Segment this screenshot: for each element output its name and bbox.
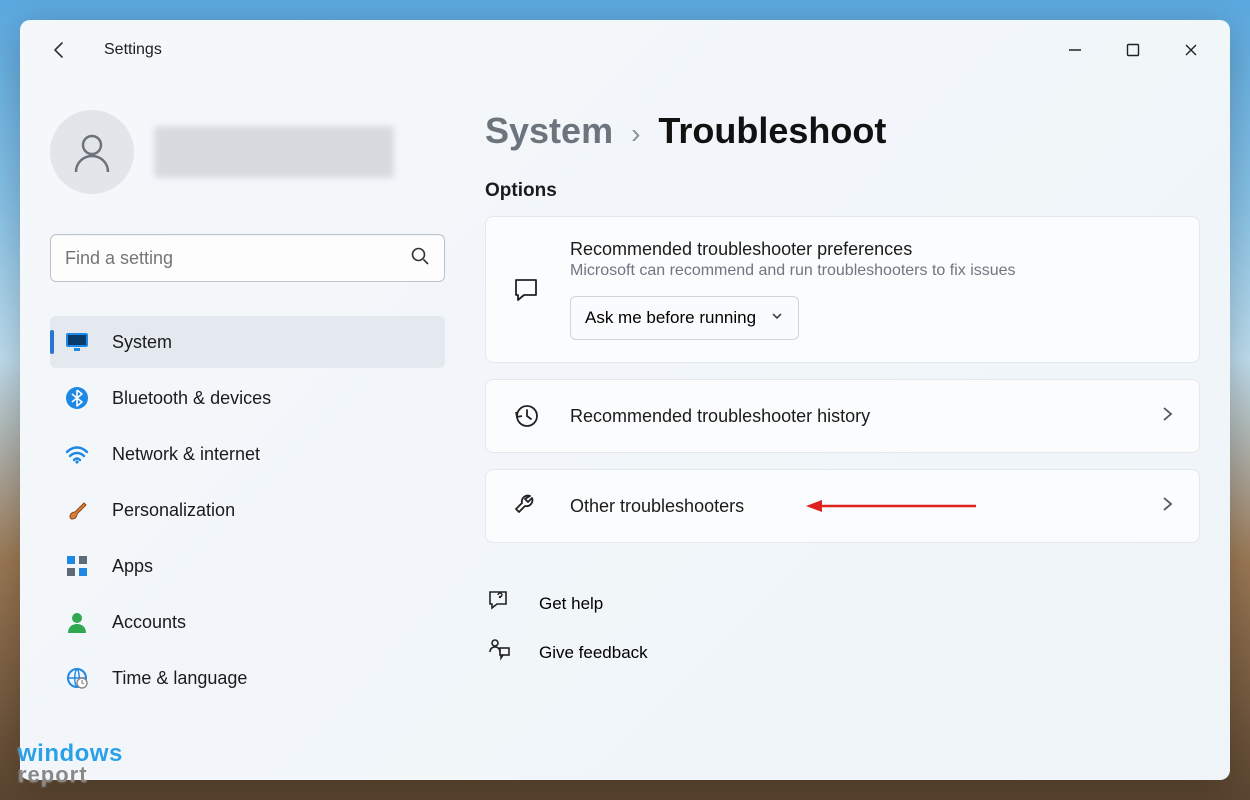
wrench-icon bbox=[510, 492, 542, 520]
card-preferences: Recommended troubleshooter preferences M… bbox=[485, 216, 1200, 363]
search-box[interactable] bbox=[50, 234, 445, 282]
nav-accounts[interactable]: Accounts bbox=[50, 596, 445, 648]
globe-clock-icon bbox=[64, 665, 90, 691]
card-title: Recommended troubleshooter preferences bbox=[570, 239, 1175, 260]
card-title: Other troubleshooters bbox=[570, 496, 1159, 517]
profile-name-redacted bbox=[154, 126, 394, 178]
nav-label: Bluetooth & devices bbox=[112, 388, 271, 409]
nav-personalization[interactable]: Personalization bbox=[50, 484, 445, 536]
display-icon bbox=[64, 329, 90, 355]
back-button[interactable] bbox=[44, 34, 76, 66]
maximize-button[interactable] bbox=[1104, 30, 1162, 70]
chevron-right-icon: › bbox=[631, 118, 640, 150]
chevron-down-icon bbox=[770, 308, 784, 328]
avatar bbox=[50, 110, 134, 194]
card-other-troubleshooters[interactable]: Other troubleshooters bbox=[485, 469, 1200, 543]
card-title: Recommended troubleshooter history bbox=[570, 406, 1159, 427]
give-feedback-link[interactable]: Give feedback bbox=[485, 628, 1200, 677]
nav-system[interactable]: System bbox=[50, 316, 445, 368]
nav-list: System Bluetooth & devices Network & int… bbox=[50, 316, 445, 704]
feedback-icon bbox=[487, 638, 511, 667]
nav-label: Time & language bbox=[112, 668, 247, 689]
main-pane: System › Troubleshoot Options Recommende… bbox=[475, 80, 1230, 780]
breadcrumb-parent[interactable]: System bbox=[485, 110, 613, 152]
nav-label: Personalization bbox=[112, 500, 235, 521]
feedback-label: Give feedback bbox=[539, 643, 648, 663]
chat-icon bbox=[510, 276, 542, 304]
search-icon bbox=[410, 246, 430, 271]
nav-label: System bbox=[112, 332, 172, 353]
card-history[interactable]: Recommended troubleshooter history bbox=[485, 379, 1200, 453]
bluetooth-icon bbox=[64, 385, 90, 411]
minimize-button[interactable] bbox=[1046, 30, 1104, 70]
chevron-right-icon bbox=[1159, 496, 1175, 517]
preferences-dropdown[interactable]: Ask me before running bbox=[570, 296, 799, 340]
titlebar: Settings bbox=[20, 20, 1230, 80]
settings-window: Settings System bbox=[20, 20, 1230, 780]
help-label: Get help bbox=[539, 594, 603, 614]
wifi-icon bbox=[64, 441, 90, 467]
app-title: Settings bbox=[104, 41, 162, 59]
nav-label: Network & internet bbox=[112, 444, 260, 465]
breadcrumb-current: Troubleshoot bbox=[658, 110, 886, 152]
search-input[interactable] bbox=[65, 248, 410, 269]
nav-label: Apps bbox=[112, 556, 153, 577]
options-heading: Options bbox=[485, 180, 1200, 202]
chevron-right-icon bbox=[1159, 406, 1175, 427]
apps-icon bbox=[64, 553, 90, 579]
window-controls bbox=[1046, 30, 1220, 70]
nav-label: Accounts bbox=[112, 612, 186, 633]
nav-time-language[interactable]: Time & language bbox=[50, 652, 445, 704]
nav-apps[interactable]: Apps bbox=[50, 540, 445, 592]
get-help-link[interactable]: Get help bbox=[485, 579, 1200, 628]
profile-block[interactable] bbox=[50, 110, 445, 194]
breadcrumb: System › Troubleshoot bbox=[485, 110, 1200, 152]
sidebar: System Bluetooth & devices Network & int… bbox=[20, 80, 475, 780]
brush-icon bbox=[64, 497, 90, 523]
nav-bluetooth[interactable]: Bluetooth & devices bbox=[50, 372, 445, 424]
nav-network[interactable]: Network & internet bbox=[50, 428, 445, 480]
dropdown-value: Ask me before running bbox=[585, 308, 756, 328]
card-subtitle: Microsoft can recommend and run troubles… bbox=[570, 262, 1175, 280]
close-button[interactable] bbox=[1162, 30, 1220, 70]
history-icon bbox=[510, 402, 542, 430]
help-icon bbox=[487, 589, 511, 618]
person-icon bbox=[64, 609, 90, 635]
